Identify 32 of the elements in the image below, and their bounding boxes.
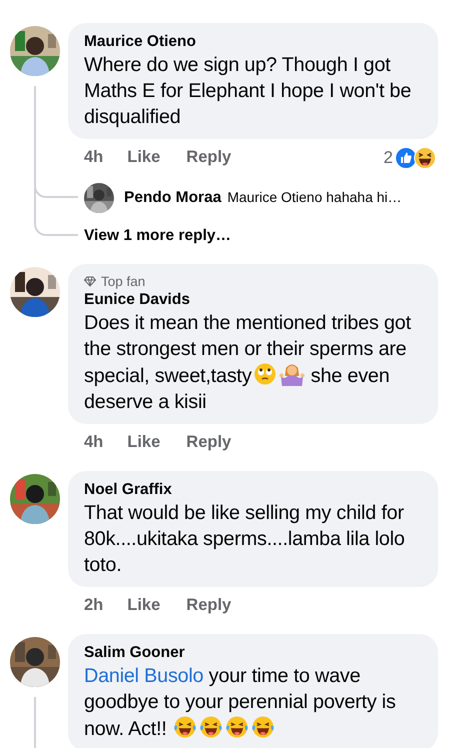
reply-button[interactable]: Reply — [186, 430, 232, 455]
comment-text: Where do we sign up? Though I got Maths E for Elephant I hope I won't be disqualified — [84, 53, 412, 130]
laughing-emoji-icon — [198, 715, 223, 739]
comment-time: 4h — [84, 147, 104, 168]
shrugging-person-emoji-icon — [278, 362, 305, 386]
author-name[interactable]: Maurice Otieno — [84, 32, 422, 52]
comment-text: That would be like selling my child for 80k....ukitaka sperms....lamba lila lolo toto. — [84, 501, 406, 578]
like-button[interactable]: Like — [127, 145, 160, 170]
author-name[interactable]: Noel Graffix — [84, 480, 422, 500]
comment-text: Does it mean the mentioned tribes got the strongest men or their sperms are special, sweet,tasty she even deserve a kisii — [84, 311, 412, 415]
author-name[interactable]: Salim Gooner — [84, 643, 422, 663]
laughing-emoji-icon — [224, 715, 249, 739]
reaction-count: 2 — [384, 146, 393, 169]
view-more-replies-link[interactable]: View 1 more reply… — [84, 224, 232, 248]
diamond-icon — [84, 276, 96, 287]
reply-author[interactable]: Pendo Moraa — [124, 186, 222, 210]
laughing-emoji-icon — [250, 715, 275, 739]
comment-time: 4h — [84, 432, 104, 454]
reply-text: Maurice Otieno hahaha hi… — [227, 188, 402, 208]
reply-button[interactable]: Reply — [186, 593, 232, 618]
like-button[interactable]: Like — [127, 430, 160, 455]
thumbs-up-icon — [395, 146, 417, 168]
mention-link[interactable]: Daniel Busolo — [84, 665, 204, 687]
laughing-emoji-icon — [172, 715, 197, 739]
comment-text: Daniel Busolo your time to wave goodbye to your perennial poverty is now. Act!! — [84, 664, 397, 742]
like-button[interactable]: Like — [127, 593, 160, 618]
reply-button[interactable]: Reply — [186, 145, 232, 170]
comment-time: 2h — [84, 595, 104, 616]
laughing-emoji-icon — [414, 146, 436, 168]
eye-roll-emoji-icon — [252, 362, 277, 386]
top-fan-label: Top fan — [101, 273, 146, 290]
author-name[interactable]: Eunice Davids — [84, 290, 422, 310]
